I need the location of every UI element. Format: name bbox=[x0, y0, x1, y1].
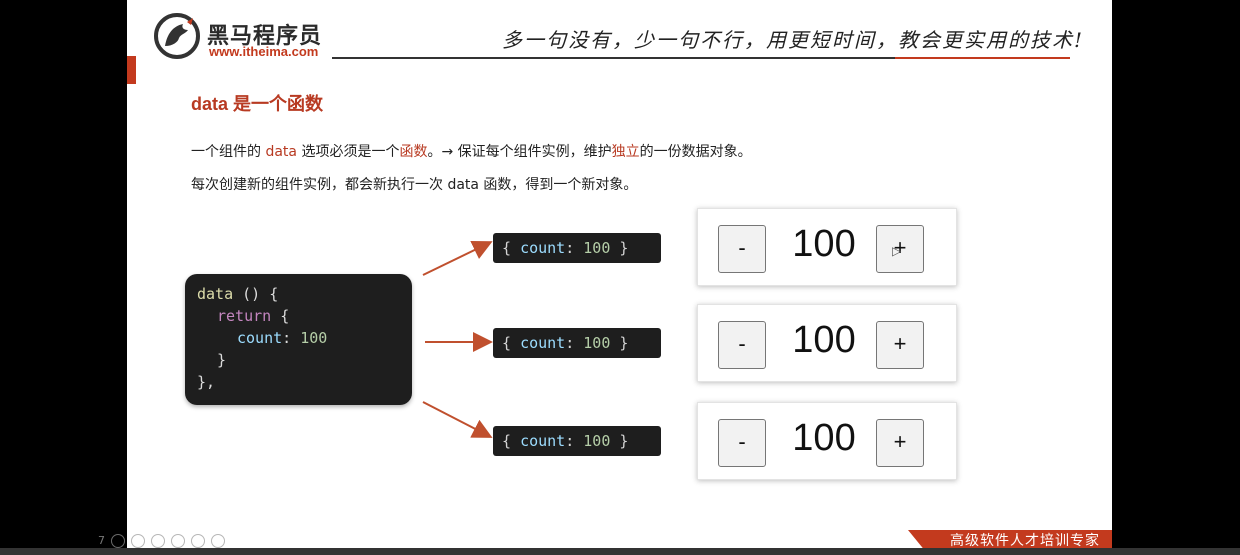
increment-button[interactable]: + bbox=[876, 321, 924, 369]
counter-widget: - 100 + bbox=[697, 304, 957, 382]
header-red-tab bbox=[127, 56, 136, 84]
text-segment: 选项必须是一个 bbox=[297, 144, 400, 160]
obj-token: count bbox=[520, 432, 566, 450]
obj-token: count bbox=[520, 334, 566, 352]
code-token: count bbox=[237, 329, 283, 347]
slide: 黑马程序员 www.itheima.com 多一句没有，少一句不行，用更短时间，… bbox=[127, 0, 1112, 550]
code-line: count: 100 bbox=[197, 327, 412, 349]
mouse-cursor-icon: ▷ bbox=[892, 244, 902, 258]
obj-token: count bbox=[520, 239, 566, 257]
code-token: data bbox=[197, 285, 234, 303]
header-divider-accent bbox=[895, 57, 1070, 59]
obj-token: } bbox=[610, 432, 629, 450]
counter-widget: - 100 + bbox=[697, 208, 957, 286]
code-token: 100 bbox=[300, 329, 328, 347]
more-icon[interactable] bbox=[211, 534, 225, 548]
counter-widget: - 100 + bbox=[697, 402, 957, 480]
decrement-button[interactable]: - bbox=[718, 225, 766, 273]
code-line: return { bbox=[197, 305, 412, 327]
obj-token: } bbox=[610, 334, 629, 352]
code-token: () { bbox=[233, 285, 279, 303]
decrement-button[interactable]: - bbox=[718, 419, 766, 467]
brand-url: www.itheima.com bbox=[209, 44, 319, 59]
obj-token: 100 bbox=[583, 432, 611, 450]
slogan: 多一句没有，少一句不行，用更短时间，教会更实用的技术! bbox=[502, 28, 1085, 52]
object-badge: { count: 100 } bbox=[493, 328, 661, 358]
obj-token: { bbox=[502, 432, 521, 450]
obj-token: : bbox=[565, 239, 584, 257]
text-segment: 。→ 保证每个组件实例，维护 bbox=[427, 144, 612, 160]
body-line-1: 一个组件的 data 选项必须是一个函数。→ 保证每个组件实例，维护独立的一份数… bbox=[191, 141, 752, 161]
prev-icon[interactable] bbox=[111, 534, 125, 548]
code-line: } bbox=[197, 349, 412, 371]
obj-token: 100 bbox=[583, 334, 611, 352]
code-token: { bbox=[271, 307, 290, 325]
pen-icon[interactable] bbox=[151, 534, 165, 548]
code-token: } bbox=[217, 351, 227, 369]
code-block: data () { return { count: 100 } }, bbox=[185, 274, 412, 405]
body-line-2: 每次创建新的组件实例，都会新执行一次 data 函数，得到一个新对象。 bbox=[191, 177, 638, 193]
counter-value: 100 bbox=[792, 417, 856, 459]
zoom-icon[interactable] bbox=[191, 534, 205, 548]
obj-token: { bbox=[502, 239, 521, 257]
menu-icon[interactable] bbox=[171, 534, 185, 548]
object-badge: { count: 100 } bbox=[493, 426, 661, 456]
code-token: return bbox=[217, 307, 272, 325]
obj-token: 100 bbox=[583, 239, 611, 257]
highlight-function: 函数 bbox=[399, 144, 428, 160]
horse-logo-icon bbox=[154, 13, 200, 59]
bottom-bar bbox=[0, 548, 1240, 555]
page-indicator: 7 bbox=[98, 534, 105, 547]
highlight-data: data bbox=[265, 144, 297, 160]
code-token: }, bbox=[197, 373, 216, 391]
section-title: data 是一个函数 bbox=[191, 94, 324, 114]
code-token: : bbox=[282, 329, 301, 347]
obj-token: : bbox=[565, 432, 584, 450]
arrow-icon bbox=[422, 401, 493, 438]
obj-token: { bbox=[502, 334, 521, 352]
text-segment: 一个组件的 bbox=[191, 144, 266, 160]
highlight-independent: 独立 bbox=[611, 144, 640, 160]
text-segment: 的一份数据对象。 bbox=[639, 144, 752, 160]
increment-button[interactable]: + bbox=[876, 419, 924, 467]
counter-value: 100 bbox=[792, 319, 856, 361]
obj-token: : bbox=[565, 334, 584, 352]
next-icon[interactable] bbox=[131, 534, 145, 548]
code-line: data () { bbox=[197, 283, 412, 305]
object-badge: { count: 100 } bbox=[493, 233, 661, 263]
arrow-icon bbox=[422, 240, 493, 276]
decrement-button[interactable]: - bbox=[718, 321, 766, 369]
counter-value: 100 bbox=[792, 223, 856, 265]
code-line: }, bbox=[197, 371, 412, 393]
obj-token: } bbox=[610, 239, 629, 257]
